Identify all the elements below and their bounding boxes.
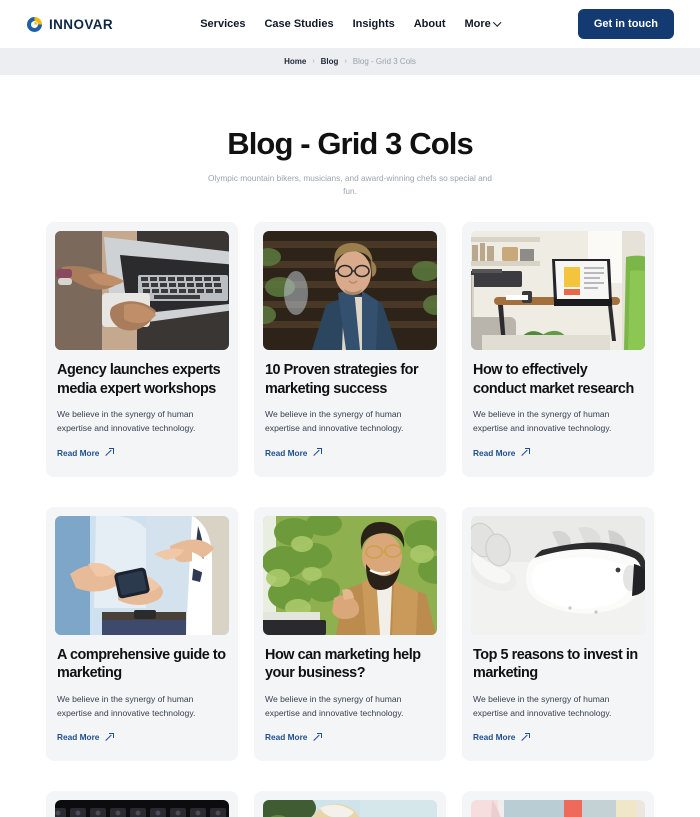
blog-card[interactable]: Agency launches experts media expert wor…	[46, 221, 238, 477]
nav-item-insights[interactable]: Insights	[353, 18, 395, 30]
primary-nav: Services Case Studies Insights About Mor…	[200, 18, 502, 30]
arrow-up-right-icon	[522, 732, 531, 741]
read-more-label: Read More	[57, 447, 100, 458]
card-title: How can marketing help your business?	[265, 646, 421, 682]
blog-card[interactable]	[462, 791, 654, 817]
read-more-label: Read More	[265, 732, 308, 743]
breadcrumb-separator-icon: ›	[312, 58, 315, 65]
blog-grid-row-1: Agency launches experts media expert wor…	[0, 221, 700, 477]
breadcrumb-item-home[interactable]: Home	[284, 57, 306, 66]
nav-label: More	[464, 18, 491, 30]
site-header: INNOVAR Services Case Studies Insights A…	[0, 0, 700, 48]
breadcrumb-item-blog[interactable]: Blog	[321, 57, 339, 66]
read-more-label: Read More	[473, 447, 516, 458]
read-more-link[interactable]: Read More	[265, 732, 323, 743]
page-subtitle: Olympic mountain bikers, musicians, and …	[207, 173, 493, 196]
blog-grid-row-2: A comprehensive guide to marketing We be…	[0, 506, 700, 762]
brand-name: INNOVAR	[49, 16, 114, 32]
arrow-up-right-icon	[522, 448, 531, 456]
card-excerpt: We believe in the synergy of human exper…	[473, 409, 612, 434]
read-more-link[interactable]: Read More	[57, 447, 115, 458]
breadcrumb-item-current: Blog - Grid 3 Cols	[352, 57, 416, 66]
read-more-label: Read More	[265, 447, 308, 458]
arrow-up-right-icon	[106, 448, 115, 456]
innovar-swirl-logo-icon	[26, 16, 43, 33]
blog-card[interactable]	[46, 791, 238, 817]
read-more-link[interactable]: Read More	[57, 732, 115, 743]
blog-card[interactable]: 10 Proven strategies for marketing succe…	[254, 221, 446, 477]
card-image-dark-backlit-keyboard	[55, 800, 229, 817]
nav-item-more[interactable]: More	[464, 18, 502, 30]
nav-item-case-studies[interactable]: Case Studies	[264, 18, 333, 30]
card-body: Agency launches experts media expert wor…	[55, 350, 229, 477]
card-title: Agency launches experts media expert wor…	[57, 361, 221, 397]
arrow-up-right-icon	[314, 732, 323, 741]
card-title: A comprehensive guide to marketing	[57, 646, 226, 682]
blog-card[interactable]	[254, 791, 446, 817]
card-body: Top 5 reasons to invest in marketing We …	[471, 635, 645, 762]
card-excerpt: We believe in the synergy of human exper…	[265, 409, 404, 434]
nav-label: About	[413, 18, 446, 30]
read-more-link[interactable]: Read More	[473, 447, 531, 458]
nav-item-services[interactable]: Services	[200, 18, 245, 30]
card-excerpt: We believe in the synergy of human exper…	[57, 694, 196, 719]
card-title: Top 5 reasons to invest in marketing	[473, 646, 638, 682]
card-image-businessmen-exchanging-phone	[55, 515, 229, 635]
nav-item-about[interactable]: About	[414, 18, 446, 30]
arrow-up-right-icon	[314, 448, 323, 456]
card-image-white-vr-headset-with-controllers	[471, 515, 645, 635]
arrow-up-right-icon	[106, 732, 115, 741]
read-more-label: Read More	[473, 732, 516, 743]
blog-card[interactable]: How to effectively conduct market resear…	[462, 221, 654, 477]
card-image-hands-typing-on-laptop	[55, 230, 229, 350]
card-image-man-with-glasses-in-blue-blazer	[263, 230, 437, 350]
blog-card[interactable]: Top 5 reasons to invest in marketing We …	[462, 506, 654, 762]
card-title: How to effectively conduct market resear…	[473, 361, 634, 397]
card-excerpt: We believe in the synergy of human exper…	[265, 694, 404, 719]
card-image-colorful-pastel-objects	[471, 800, 645, 817]
read-more-link[interactable]: Read More	[265, 447, 323, 458]
brand-logo[interactable]: INNOVAR	[26, 16, 113, 33]
nav-label: Services	[200, 18, 246, 30]
breadcrumb-separator-icon: ›	[344, 58, 347, 65]
card-title: 10 Proven strategies for marketing succe…	[265, 361, 419, 397]
chevron-down-icon	[492, 18, 502, 27]
card-image-bearded-man-in-tan-jacket-with-plants	[263, 515, 437, 635]
get-in-touch-button[interactable]: Get in touch	[577, 9, 674, 39]
read-more-link[interactable]: Read More	[473, 732, 531, 743]
nav-label: Case Studies	[264, 18, 334, 30]
card-body: How can marketing help your business? We…	[263, 635, 437, 762]
card-excerpt: We believe in the synergy of human exper…	[57, 409, 196, 434]
nav-label: Insights	[352, 18, 395, 30]
read-more-label: Read More	[57, 732, 100, 743]
breadcrumb: Home › Blog › Blog - Grid 3 Cols	[0, 48, 700, 75]
card-image-home-office-desk-with-laptop	[471, 230, 645, 350]
card-excerpt: We believe in the synergy of human exper…	[473, 694, 612, 719]
card-body: How to effectively conduct market resear…	[471, 350, 645, 477]
page-hero: Blog - Grid 3 Cols Olympic mountain bike…	[0, 75, 700, 222]
page-title: Blog - Grid 3 Cols	[227, 126, 473, 161]
blog-grid-row-3	[0, 791, 700, 817]
blog-card[interactable]: How can marketing help your business? We…	[254, 506, 446, 762]
card-body: 10 Proven strategies for marketing succe…	[263, 350, 437, 477]
blog-card[interactable]: A comprehensive guide to marketing We be…	[46, 506, 238, 762]
card-image-child-outdoors-against-sky	[263, 800, 437, 817]
card-body: A comprehensive guide to marketing We be…	[55, 635, 229, 762]
